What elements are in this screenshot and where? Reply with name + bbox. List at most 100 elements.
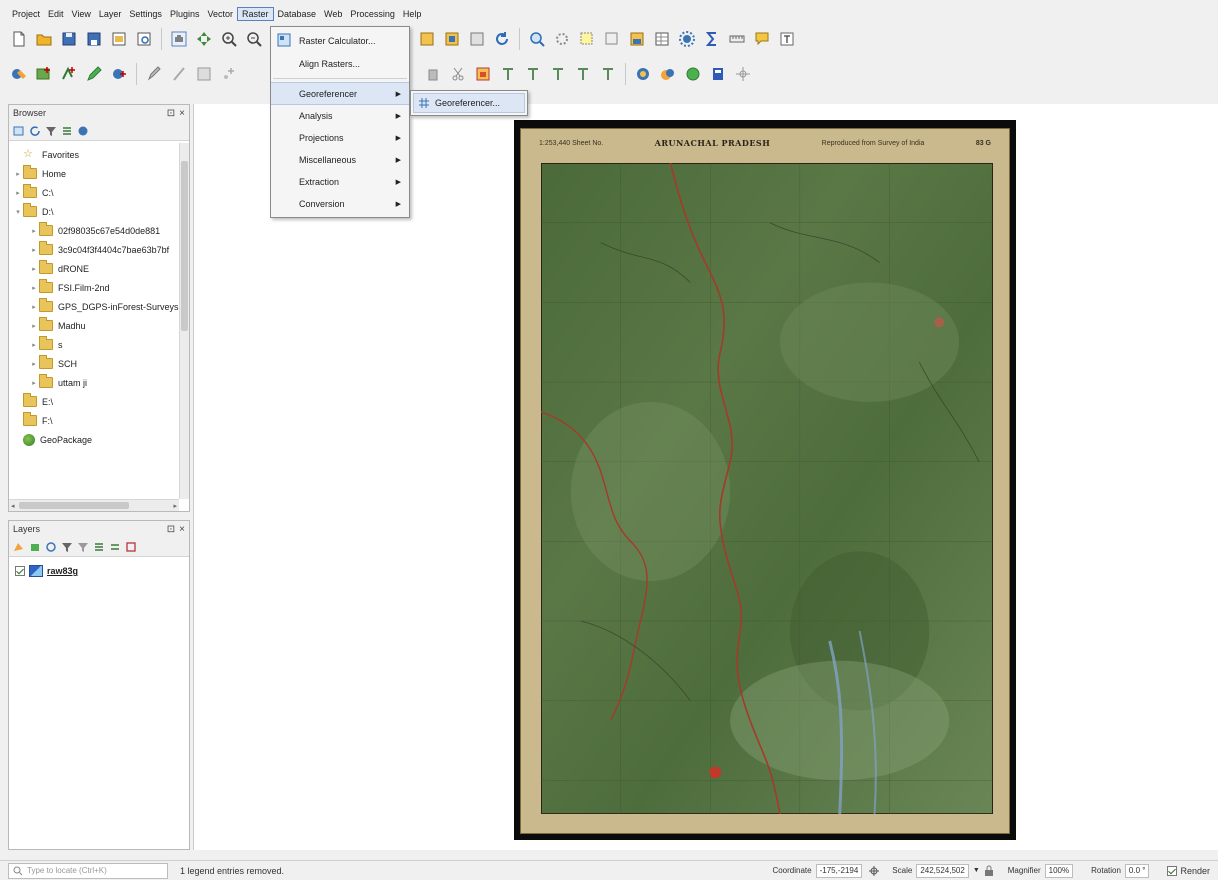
data-source-manager-button[interactable] <box>8 63 30 85</box>
close-panel-icon[interactable]: × <box>179 524 185 535</box>
zoom-last-button[interactable] <box>466 28 488 50</box>
menu-item-miscellaneous[interactable]: Miscellaneous ▶ <box>271 149 409 171</box>
pan-to-selection-button[interactable] <box>193 28 215 50</box>
tree-expander[interactable]: ▸ <box>29 303 39 311</box>
tree-item-d-drive[interactable]: ▾ D:\ <box>9 202 179 221</box>
tree-item-f-drive[interactable]: F:\ <box>9 411 179 430</box>
refresh-icon[interactable] <box>29 125 41 137</box>
rotate-label-button[interactable] <box>572 63 594 85</box>
identify-button[interactable] <box>526 28 548 50</box>
menu-web[interactable]: Web <box>320 7 346 21</box>
collapse-all-icon[interactable] <box>61 125 73 137</box>
tree-item-folder[interactable]: ▸ FSI.Film-2nd <box>9 278 179 297</box>
python-console-button[interactable] <box>707 63 729 85</box>
processing-toolbox-button[interactable] <box>676 28 698 50</box>
tree-item-folder[interactable]: ▸ 3c9c04f3f4404c7bae63b7bf <box>9 240 179 259</box>
field-calculator-button[interactable] <box>626 28 648 50</box>
deselect-button[interactable] <box>601 28 623 50</box>
tree-item-folder[interactable]: ▸ 02f98035c67e54d0de881 <box>9 221 179 240</box>
refresh-button[interactable] <box>491 28 513 50</box>
layer-visibility-checkbox[interactable] <box>15 566 25 576</box>
menu-layer[interactable]: Layer <box>95 7 126 21</box>
map-tips-button[interactable] <box>751 28 773 50</box>
rotation-field[interactable]: 0.0 ° <box>1124 863 1150 878</box>
digitize-button[interactable] <box>83 63 105 85</box>
measure-button[interactable] <box>726 28 748 50</box>
menu-item-analysis[interactable]: Analysis ▶ <box>271 105 409 127</box>
tree-item-c-drive[interactable]: ▸ C:\ <box>9 183 179 202</box>
tree-item-geopackage[interactable]: GeoPackage <box>9 430 179 449</box>
manage-map-themes-icon[interactable] <box>45 541 57 553</box>
tree-item-folder[interactable]: ▸ GPS_DGPS-inForest-Surveys <box>9 297 179 316</box>
run-action-button[interactable] <box>551 28 573 50</box>
zoom-in-button[interactable] <box>218 28 240 50</box>
cut-features-button[interactable] <box>447 63 469 85</box>
locator-search-input[interactable]: Type to locate (Ctrl+K) <box>8 862 168 879</box>
openlayers-plugin-button[interactable] <box>657 63 679 85</box>
tree-expander[interactable]: ▸ <box>29 379 39 387</box>
delete-selected-button[interactable] <box>422 63 444 85</box>
pin-labels-button[interactable] <box>497 63 519 85</box>
tree-expander[interactable]: ▸ <box>13 170 23 178</box>
menu-item-conversion[interactable]: Conversion ▶ <box>271 193 409 215</box>
browser-horizontal-scrollbar[interactable]: ◂ ▸ <box>9 499 179 511</box>
float-panel-icon[interactable]: ⊡ <box>167 524 175 535</box>
statistical-summary-button[interactable] <box>701 28 723 50</box>
menu-item-projections[interactable]: Projections ▶ <box>271 127 409 149</box>
menu-vector[interactable]: Vector <box>203 7 237 21</box>
lock-icon[interactable] <box>984 865 994 877</box>
toggle-editing-button[interactable] <box>143 63 165 85</box>
open-attribute-table-button[interactable] <box>651 28 673 50</box>
scrollbar-thumb[interactable] <box>19 502 129 509</box>
new-print-layout-button[interactable] <box>108 28 130 50</box>
tree-item-folder[interactable]: ▸ SCH <box>9 354 179 373</box>
layout-manager-button[interactable] <box>133 28 155 50</box>
layer-styling-icon[interactable] <box>13 541 25 553</box>
tree-item-folder[interactable]: ▸ dRONE <box>9 259 179 278</box>
layer-row[interactable]: raw83g <box>15 563 183 579</box>
tree-expander[interactable]: ▸ <box>29 341 39 349</box>
pan-map-button[interactable] <box>168 28 190 50</box>
menu-item-georeferencer[interactable]: Georeferencer ▶ <box>271 82 409 105</box>
save-as-button[interactable] <box>83 28 105 50</box>
show-hide-labels-button[interactable] <box>522 63 544 85</box>
menu-processing[interactable]: Processing <box>346 7 399 21</box>
scroll-left-icon[interactable]: ◂ <box>11 502 15 510</box>
tree-expander[interactable]: ▸ <box>29 246 39 254</box>
tree-expander[interactable]: ▸ <box>29 322 39 330</box>
add-feature-button[interactable] <box>218 63 240 85</box>
tree-item-folder[interactable]: ▸ uttam ji <box>9 373 179 392</box>
menu-item-georeferencer-open[interactable]: Georeferencer... <box>413 93 525 113</box>
add-group-icon[interactable] <box>29 541 41 553</box>
add-layer-icon[interactable] <box>13 125 25 137</box>
magnifier-field[interactable]: 100% <box>1044 863 1074 878</box>
remove-layer-icon[interactable] <box>125 541 137 553</box>
change-label-button[interactable] <box>597 63 619 85</box>
coordinate-field[interactable]: -175,-2194 <box>815 863 863 878</box>
coordinate-capture-button[interactable] <box>732 63 754 85</box>
label-tool-button[interactable] <box>472 63 494 85</box>
menu-database[interactable]: Database <box>274 7 321 21</box>
menu-project[interactable]: Project <box>8 7 44 21</box>
menu-plugins[interactable]: Plugins <box>166 7 204 21</box>
move-label-button[interactable] <box>547 63 569 85</box>
properties-icon[interactable] <box>77 125 89 137</box>
select-features-button[interactable] <box>576 28 598 50</box>
save-project-button[interactable] <box>58 28 80 50</box>
render-checkbox[interactable] <box>1167 865 1178 876</box>
tree-item-favorites[interactable]: ☆ Favorites <box>9 145 179 164</box>
tree-expander[interactable]: ▾ <box>13 208 23 216</box>
menu-help[interactable]: Help <box>399 7 426 21</box>
filter-expression-icon[interactable] <box>77 541 89 553</box>
filter-legend-icon[interactable] <box>61 541 73 553</box>
tree-expander[interactable]: ▸ <box>29 360 39 368</box>
close-panel-icon[interactable]: × <box>179 108 185 119</box>
new-project-button[interactable] <box>8 28 30 50</box>
scale-field[interactable]: 242,524,502 <box>916 863 969 878</box>
tree-item-folder[interactable]: ▸ Madhu <box>9 316 179 335</box>
open-project-button[interactable] <box>33 28 55 50</box>
text-annotation-button[interactable] <box>776 28 798 50</box>
add-vector-button[interactable] <box>58 63 80 85</box>
menu-raster[interactable]: Raster <box>236 7 274 21</box>
zoom-layer-button[interactable] <box>416 28 438 50</box>
